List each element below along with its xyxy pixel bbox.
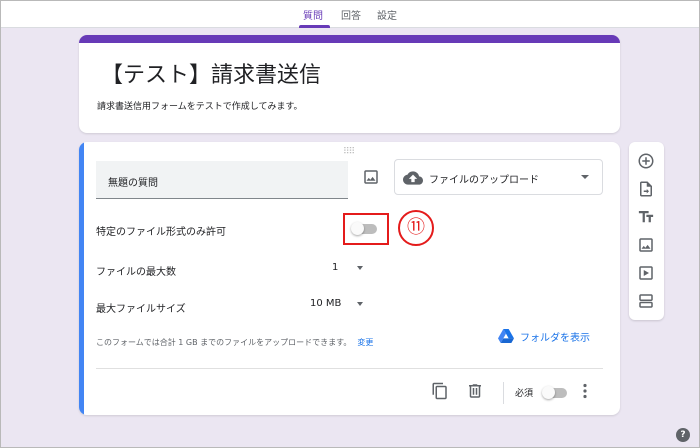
cloud-upload-icon — [403, 171, 423, 185]
active-tab-indicator — [299, 25, 330, 28]
change-limit-link[interactable]: 変更 — [357, 338, 373, 347]
required-label: 必須 — [515, 389, 534, 399]
max-size-caret-icon[interactable] — [357, 302, 363, 306]
annotation-step-number: ⑪ — [398, 210, 434, 246]
question-toolbar — [629, 142, 664, 320]
max-files-value[interactable]: 1 — [332, 262, 338, 273]
footer-divider — [96, 368, 603, 369]
add-video-icon[interactable] — [637, 264, 655, 282]
add-image-icon[interactable] — [362, 168, 380, 186]
upload-limit-text: このフォームでは合計 1 GB までのファイルをアップロードできます。 — [96, 338, 352, 347]
delete-icon[interactable] — [466, 382, 484, 400]
question-type-label: ファイルのアップロード — [429, 175, 539, 186]
tab-responses[interactable]: 回答 — [341, 7, 361, 22]
specific-file-types-label: 特定のファイル形式のみ許可 — [96, 227, 226, 238]
google-drive-icon — [498, 329, 514, 343]
form-description[interactable]: 請求書送信用フォームをテストで作成してみます。 — [97, 99, 303, 112]
max-size-value[interactable]: 10 MB — [310, 298, 341, 309]
max-files-caret-icon[interactable] — [357, 266, 363, 270]
add-section-icon[interactable] — [637, 292, 655, 310]
add-title-icon[interactable] — [637, 208, 655, 226]
required-toggle-knob[interactable] — [542, 386, 555, 399]
footer-separator — [503, 382, 504, 404]
max-files-label: ファイルの最大数 — [96, 267, 176, 278]
top-tab-bar: 質問 回答 設定 — [1, 1, 699, 28]
help-icon[interactable]: ? — [676, 428, 690, 442]
theme-color-strip — [79, 35, 620, 43]
chevron-down-icon — [581, 175, 589, 179]
add-image-icon[interactable] — [637, 236, 655, 254]
tab-questions[interactable]: 質問 — [303, 7, 323, 22]
question-title-field[interactable]: 無題の質問 — [96, 161, 348, 199]
upload-limit-note: このフォームでは合計 1 GB までのファイルをアップロードできます。 変更 — [96, 337, 373, 348]
active-question-indicator — [79, 142, 84, 415]
duplicate-icon[interactable] — [431, 382, 449, 400]
view-folder-label: フォルダを表示 — [520, 333, 590, 344]
question-card[interactable]: ⠿⠿ 無題の質問 ファイルのアップロード 特定のファイル形式のみ許可 ファイルの… — [79, 142, 620, 415]
annotation-highlight-box — [343, 213, 389, 245]
form-header-card: 【テスト】請求書送信 請求書送信用フォームをテストで作成してみます。 — [79, 35, 620, 133]
add-question-icon[interactable] — [637, 152, 655, 170]
tab-settings[interactable]: 設定 — [377, 7, 397, 22]
question-type-dropdown[interactable]: ファイルのアップロード — [394, 159, 603, 195]
form-title[interactable]: 【テスト】請求書送信 — [101, 57, 321, 89]
question-title-text: 無題の質問 — [108, 178, 158, 189]
import-questions-icon[interactable] — [637, 180, 655, 198]
more-options-icon[interactable] — [582, 383, 588, 399]
drag-handle-icon[interactable]: ⠿⠿ — [343, 147, 355, 157]
max-size-label: 最大ファイルサイズ — [96, 304, 186, 315]
